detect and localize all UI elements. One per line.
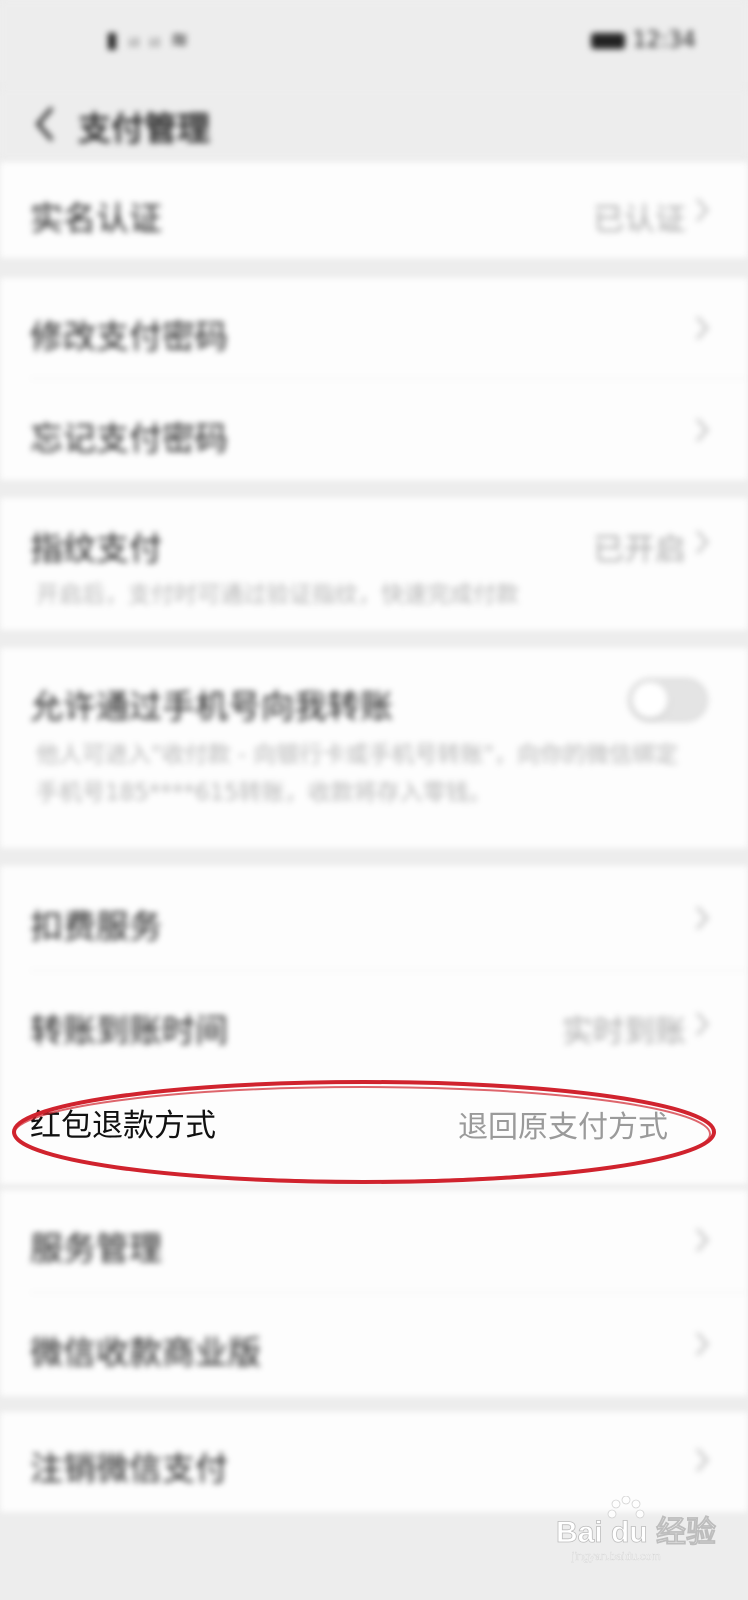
section-management: 服务管理 微信收款商业版 [0,1190,748,1396]
cancel-wechat-pay-label: 注销微信支付 [30,1449,228,1488]
row-phone-transfer: 允许通过手机号向我转账 他人可进入"收付款 - 向银行卡或手机号转账"，向你的微… [0,648,748,848]
section-phone-transfer: 允许通过手机号向我转账 他人可进入"收付款 - 向银行卡或手机号转账"，向你的微… [0,648,748,848]
refund-method-label: 红包退款方式 [30,1108,216,1144]
service-management-label: 服务管理 [30,1229,162,1268]
row-real-name-verification[interactable]: 实名认证 已认证 [0,162,748,258]
chevron-right-icon [695,905,710,931]
merchant-assistant-label: 微信收款商业版 [30,1333,261,1372]
modify-password-label: 修改支付密码 [30,317,228,356]
section-verification: 实名认证 已认证 [0,162,748,258]
forgot-password-label: 忘记支付密码 [30,419,228,458]
watermark-url: jingyan.baidu.com [571,1551,661,1563]
status-bar: ▮ ᵢₗ ᵢₗ ≋ 12:34 [0,0,748,88]
chevron-right-icon [695,315,710,341]
clock: 12:34 [632,28,696,53]
fingerprint-label: 指纹支付 [30,529,162,568]
page-title: 支付管理 [78,109,210,148]
section-password: 修改支付密码 忘记支付密码 [0,278,748,480]
battery-icon [590,32,625,49]
transfer-arrival-value: 实时到账 [562,1014,686,1050]
chevron-right-icon [695,529,710,555]
phone-transfer-description: 他人可进入"收付款 - 向银行卡或手机号转账"，向你的微信绑定手机号185***… [36,742,679,806]
phone-transfer-label: 允许通过手机号向我转账 [30,687,393,726]
row-transfer-arrival-time[interactable]: 转账到账时间 实时到账 [0,970,748,1074]
chevron-right-icon [695,1447,710,1473]
baidu-jingyan-watermark: Bai du 经验 jingyan.baidu.com [556,1496,716,1563]
chevron-right-icon [695,1011,710,1037]
deduction-service-label: 扣费服务 [30,907,162,946]
fingerprint-status: 已开启 [593,532,686,568]
real-name-label: 实名认证 [30,199,162,238]
refund-method-value: 退回原支付方式 [458,1110,668,1145]
row-deduction-service[interactable]: 扣费服务 [0,866,748,970]
back-arrow-icon[interactable] [30,102,60,146]
row-service-management[interactable]: 服务管理 [0,1190,748,1292]
chevron-right-icon [695,197,710,223]
row-merchant-assistant[interactable]: 微信收款商业版 [0,1292,748,1396]
toggle-knob [632,682,668,718]
row-modify-password[interactable]: 修改支付密码 [0,278,748,378]
real-name-status: 已认证 [593,202,686,238]
row-forgot-password[interactable]: 忘记支付密码 [0,378,748,480]
section-fingerprint: 指纹支付 已开启 开启后，支付时可通过验证指纹，快速完成付款 [0,498,748,630]
status-right: 12:34 [590,28,696,53]
watermark-brand: Bai du 经验 [556,1515,716,1549]
row-fingerprint-pay[interactable]: 指纹支付 已开启 开启后，支付时可通过验证指纹，快速完成付款 [0,498,748,630]
fingerprint-description: 开启后，支付时可通过验证指纹，快速完成付款 [36,582,519,608]
transfer-arrival-label: 转账到账时间 [30,1011,228,1050]
chevron-right-icon [695,1227,710,1253]
nav-bar: 支付管理 [0,88,748,160]
signal-icons: ▮ ᵢₗ ᵢₗ ≋ [106,28,191,53]
phone-transfer-toggle[interactable] [628,678,708,722]
chevron-right-icon [695,1331,710,1357]
chevron-right-icon [695,417,710,443]
